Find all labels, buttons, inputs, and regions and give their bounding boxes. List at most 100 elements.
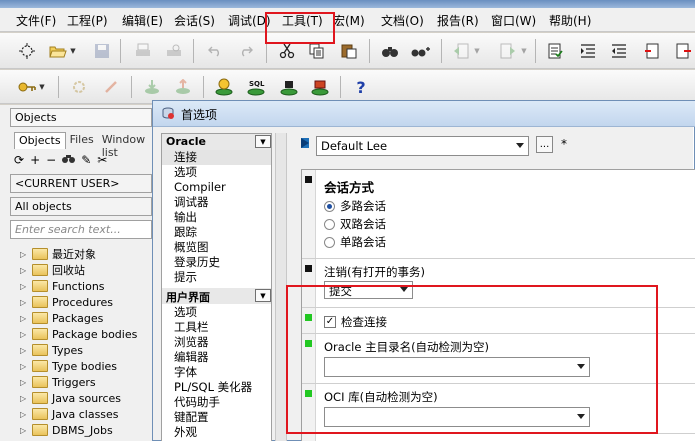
category-item-overview[interactable]: 概览图	[174, 240, 209, 255]
radio-multi-session[interactable]: 多路会话	[324, 198, 386, 214]
log-on-dropdown-icon[interactable]: ▼	[38, 76, 46, 98]
category-item-trace[interactable]: 跟踪	[174, 225, 197, 240]
category-item-options[interactable]: 选项	[174, 165, 197, 180]
open-dropdown-icon[interactable]: ▼	[69, 40, 77, 62]
tab-window-list[interactable]: Window list	[98, 132, 154, 159]
tab-objects[interactable]: Objects	[14, 132, 66, 149]
tree-item[interactable]: ▷ Java sources	[20, 390, 121, 406]
refresh-icon[interactable]: ⟳	[14, 153, 24, 167]
tree-item[interactable]: ▷ Java classes	[20, 406, 119, 422]
menu-document[interactable]: 文档(O)	[381, 12, 424, 29]
log-on-icon[interactable]	[16, 76, 38, 98]
expand-icon[interactable]: ▷	[20, 250, 28, 259]
expand-icon[interactable]: ▷	[20, 410, 28, 419]
indent-icon[interactable]	[577, 40, 599, 62]
tree-item[interactable]: ▷ Procedures	[20, 294, 113, 310]
commit-icon[interactable]	[141, 76, 163, 98]
expand-icon[interactable]: ▷	[20, 298, 28, 307]
tab-files[interactable]: Files	[66, 132, 98, 149]
find-icon[interactable]	[379, 40, 401, 62]
expand-icon[interactable]: ▷	[20, 362, 28, 371]
menu-edit[interactable]: 编辑(E)	[122, 12, 163, 29]
collapse-icon[interactable]: ▼	[255, 289, 271, 302]
tree-item[interactable]: ▷ 最近对象	[20, 246, 96, 262]
undo-icon[interactable]	[204, 40, 226, 62]
tree-item[interactable]: ▷ Functions	[20, 278, 105, 294]
category-header-oracle[interactable]: Oracle ▼	[162, 134, 271, 150]
binoculars-icon[interactable]	[62, 153, 76, 167]
expand-icon[interactable]: ▷	[20, 282, 28, 291]
rollback-icon[interactable]	[172, 76, 194, 98]
menu-project[interactable]: 工程(P)	[67, 12, 108, 29]
expand-icon[interactable]: ▷	[20, 394, 28, 403]
add-icon[interactable]: +	[30, 153, 40, 167]
menu-report[interactable]: 报告(R)	[437, 12, 479, 29]
redo-icon[interactable]	[235, 40, 257, 62]
explain-icon[interactable]	[213, 76, 235, 98]
find-next-icon[interactable]	[410, 40, 432, 62]
print-preview-icon[interactable]	[163, 40, 185, 62]
category-item-appearance[interactable]: 外观	[174, 425, 197, 440]
expand-icon[interactable]: ▷	[20, 330, 28, 339]
profile-select[interactable]: Default Lee	[316, 136, 529, 156]
radio-indicator[interactable]	[324, 200, 335, 212]
tree-item[interactable]: ▷ Type bodies	[20, 358, 117, 374]
collapse-icon[interactable]: ▼	[255, 135, 271, 148]
category-item-logon-history[interactable]: 登录历史	[174, 255, 220, 270]
menu-file[interactable]: 文件(F)	[16, 12, 56, 29]
category-item-font[interactable]: 字体	[174, 365, 197, 380]
unindent-icon[interactable]	[608, 40, 630, 62]
back-dropdown-icon[interactable]: ▼	[473, 40, 481, 62]
wrench-icon[interactable]: ✎	[81, 153, 91, 167]
break-icon[interactable]	[100, 76, 122, 98]
category-item-browser[interactable]: 浏览器	[174, 335, 209, 350]
tree-item[interactable]: ▷ 回收站	[20, 262, 85, 278]
expand-icon[interactable]: ▷	[20, 266, 28, 275]
object-filter-select[interactable]: All objects	[10, 197, 152, 216]
expand-icon[interactable]: ▷	[20, 426, 28, 435]
lowercase-icon[interactable]	[673, 40, 695, 62]
category-item-ui-options[interactable]: 选项	[174, 305, 197, 320]
radio-single-session[interactable]: 单路会话	[324, 234, 386, 250]
category-item-compiler[interactable]: Compiler	[174, 180, 226, 195]
compile-icon[interactable]	[544, 40, 566, 62]
menu-window[interactable]: 窗口(W)	[491, 12, 536, 29]
menu-session[interactable]: 会话(S)	[174, 12, 215, 29]
radio-dual-session[interactable]: 双路会话	[324, 216, 386, 232]
user-select[interactable]: <CURRENT USER>	[10, 174, 152, 193]
paste-icon[interactable]	[338, 40, 360, 62]
category-item-key-config[interactable]: 键配置	[174, 410, 209, 425]
remove-icon[interactable]: −	[46, 153, 56, 167]
print-icon[interactable]	[132, 40, 154, 62]
tools-icon[interactable]: ✂	[97, 153, 107, 167]
tree-item[interactable]: ▷ Types	[20, 342, 83, 358]
forward-dropdown-icon[interactable]: ▼	[520, 40, 528, 62]
category-item-code-assistant[interactable]: 代码助手	[174, 395, 220, 410]
category-item-hints[interactable]: 提示	[174, 270, 197, 285]
session-icon[interactable]	[309, 76, 331, 98]
open-icon[interactable]	[47, 40, 69, 62]
back-icon[interactable]	[450, 40, 472, 62]
tree-item[interactable]: ▷ Package bodies	[20, 326, 137, 342]
category-header-ui[interactable]: 用户界面 ▼	[162, 288, 271, 304]
category-item-editor[interactable]: 编辑器	[174, 350, 209, 365]
menu-help[interactable]: 帮助(H)	[549, 12, 591, 29]
sql-icon[interactable]: SQL	[245, 76, 267, 98]
category-item-toolbar[interactable]: 工具栏	[174, 320, 209, 335]
tree-item[interactable]: ▷ Triggers	[20, 374, 96, 390]
execute-icon[interactable]	[68, 76, 90, 98]
radio-indicator[interactable]	[324, 218, 335, 230]
category-item-connection[interactable]: 连接	[174, 150, 197, 165]
trace-icon[interactable]	[278, 76, 300, 98]
save-icon[interactable]	[91, 40, 113, 62]
search-input[interactable]: Enter search text...	[10, 220, 152, 239]
expand-icon[interactable]: ▷	[20, 378, 28, 387]
tree-item[interactable]: ▷ DBMS_Jobs	[20, 422, 113, 438]
expand-icon[interactable]: ▷	[20, 314, 28, 323]
uppercase-icon[interactable]	[641, 40, 663, 62]
tree-item[interactable]: ▷ Packages	[20, 310, 103, 326]
expand-icon[interactable]: ▷	[20, 346, 28, 355]
help-icon[interactable]: ?	[350, 76, 372, 98]
new-icon[interactable]	[16, 40, 38, 62]
forward-icon[interactable]	[497, 40, 519, 62]
